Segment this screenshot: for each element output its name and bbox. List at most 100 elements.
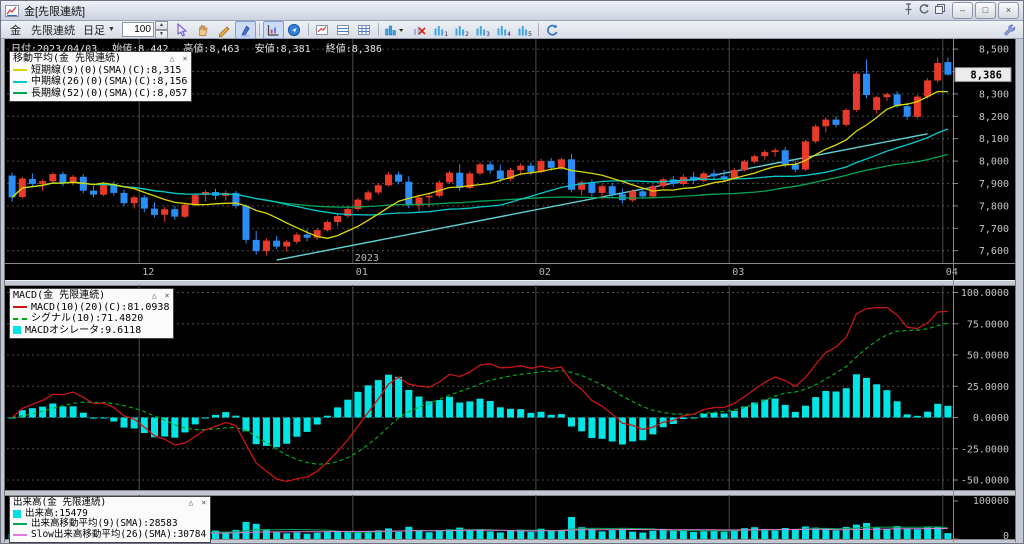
svg-text:5: 5 [528,31,532,37]
toolbar: 金 先限連続 日足 ▼ 100 ▲ ▼ 1 2 3 4 5 [1,20,1023,39]
bars-count-stepper[interactable]: 100 ▲ ▼ [121,20,168,39]
macd-legend-title: MACD(金 先限連続) [13,290,106,301]
indicator-slot-5-icon[interactable]: 5 [514,21,535,39]
indicator-slot-4-icon[interactable]: 4 [493,21,514,39]
indicator-slot-3-icon[interactable]: 3 [472,21,493,39]
svg-text:50.0000: 50.0000 [967,351,1009,362]
symbol-label: 金 [10,24,21,37]
volume-ma-fast-swatch [13,523,27,526]
macd-legend: MACD(金 先限連続) △ × MACD(10)(20)(C):81.0938… [9,288,175,339]
timeframe-value: 日足 [83,24,105,37]
macd-signal-swatch [13,317,27,320]
window-chart-icon [5,4,19,17]
svg-text:2023: 2023 [355,253,379,264]
toolbar-separator [307,23,309,36]
macd-osc-swatch [13,326,21,335]
select-cursor-icon[interactable] [172,21,193,39]
copy-window-icon[interactable] [934,2,946,20]
svg-text:03: 03 [732,267,744,278]
crosshair-mode-icon[interactable] [262,20,284,39]
svg-text:04: 04 [946,267,958,278]
spin-down-icon[interactable]: ▼ [154,29,168,39]
svg-text:4: 4 [507,31,511,37]
macd-line-swatch [13,306,27,309]
delete-indicator-icon[interactable] [409,21,430,39]
svg-text:8,200: 8,200 [979,112,1009,123]
svg-text:75.0000: 75.0000 [967,319,1009,330]
contract-label: 先限連続 [31,24,75,37]
minimize-button[interactable]: – [952,2,973,19]
svg-text:01: 01 [356,267,368,278]
legend-collapse-button[interactable]: △ [152,290,157,302]
svg-text:1: 1 [444,31,448,37]
macd-signal-label: シグナル(10):71.4820 [31,313,144,324]
svg-text:3: 3 [486,31,490,37]
svg-text:0.0000: 0.0000 [973,413,1009,424]
legend-close-button[interactable]: × [201,498,206,509]
volume-legend: 出来高(金 先限連続) △ × 出来高:15479 出来高移動平均(9)(SMA… [9,496,212,543]
svg-text:0: 0 [1003,531,1009,542]
info-low: 安値:8,381 [254,44,311,55]
hand-pan-icon[interactable] [193,21,214,39]
legend-close-button[interactable]: × [183,53,188,65]
wrench-settings-icon[interactable] [998,21,1019,39]
svg-text:7,900: 7,900 [979,179,1009,190]
ma-mid-swatch [13,80,27,83]
grid-dense-icon[interactable] [354,21,375,39]
toolbar-separator [258,23,260,36]
grid-rows-icon[interactable] [333,21,354,39]
ma-long-swatch [13,92,27,95]
cycle-icon[interactable] [918,2,930,20]
indicator-slot-2-icon[interactable]: 2 [451,21,472,39]
toolbar-separator [377,23,379,36]
reload-icon[interactable] [542,21,563,39]
svg-text:-50.0000: -50.0000 [961,476,1009,487]
titlebar: 金[先限連続] – □ × [1,1,1023,21]
ma-short-swatch [13,69,27,72]
svg-text:7,700: 7,700 [979,224,1009,235]
svg-text:2: 2 [465,31,469,37]
volume-ma-slow-label: Slow出来高移動平均(26)(SMA):30784 [31,528,207,540]
toolbar-separator [537,23,539,36]
info-close: 終値:8,386 [325,44,382,55]
svg-text:02: 02 [539,267,551,278]
indicator-slot-1-icon[interactable]: 1 [430,21,451,39]
volume-ma-slow-swatch [13,533,27,536]
chart-window: 8,5008,4008,3008,2008,1008,0007,9007,800… [0,0,1024,544]
ma-mid-label: 中期線(26)(0)(SMA)(C):8,156 [31,76,188,87]
ma-legend: 移動平均(金 先限連続) △ × 短期線(9)(0)(SMA)(C):8,315… [9,51,193,102]
svg-text:7,800: 7,800 [979,201,1009,212]
ma-legend-title: 移動平均(金 先限連続) [13,53,122,64]
pencil-draw-icon[interactable] [214,21,235,39]
volume-ma-fast-label: 出来高移動平均(9)(SMA):28583 [31,518,178,529]
ma-short-label: 短期線(9)(0)(SMA)(C):8,315 [31,64,182,76]
svg-text:8,300: 8,300 [979,89,1009,100]
svg-text:12: 12 [142,267,154,278]
svg-text:-25.0000: -25.0000 [961,444,1009,455]
bars-count-value[interactable]: 100 [121,22,154,37]
spin-up-icon[interactable]: ▲ [154,20,168,30]
pin-icon[interactable] [903,2,914,20]
maximize-button[interactable]: □ [975,2,996,19]
svg-text:25.0000: 25.0000 [967,382,1009,393]
svg-text:100000: 100000 [973,496,1009,507]
svg-text:8,386: 8,386 [970,70,1002,82]
new-chart-panel-icon[interactable] [312,21,333,39]
navigate-circle-icon[interactable] [284,21,305,39]
chevron-down-icon: ▼ [108,26,115,33]
ma-long-label: 長期線(52)(0)(SMA)(C):8,057 [31,87,188,99]
legend-close-button[interactable]: × [165,290,170,302]
timeframe-select[interactable]: 日足 ▼ [83,22,115,38]
legend-collapse-button[interactable]: △ [170,53,175,65]
macd-osc-label: MACDオシレータ:9.6118 [25,324,142,336]
svg-text:8,100: 8,100 [979,134,1009,145]
svg-text:8,000: 8,000 [979,157,1009,168]
close-button[interactable]: × [998,2,1019,19]
marker-draw-icon[interactable] [234,20,256,39]
histogram-menu-icon[interactable] [382,21,409,39]
volume-swatch [13,509,21,518]
svg-text:7,600: 7,600 [979,246,1009,257]
legend-collapse-button[interactable]: △ [189,498,194,509]
svg-text:100.0000: 100.0000 [961,288,1009,299]
volume-legend-title: 出来高(金 先限連続) [13,497,107,508]
